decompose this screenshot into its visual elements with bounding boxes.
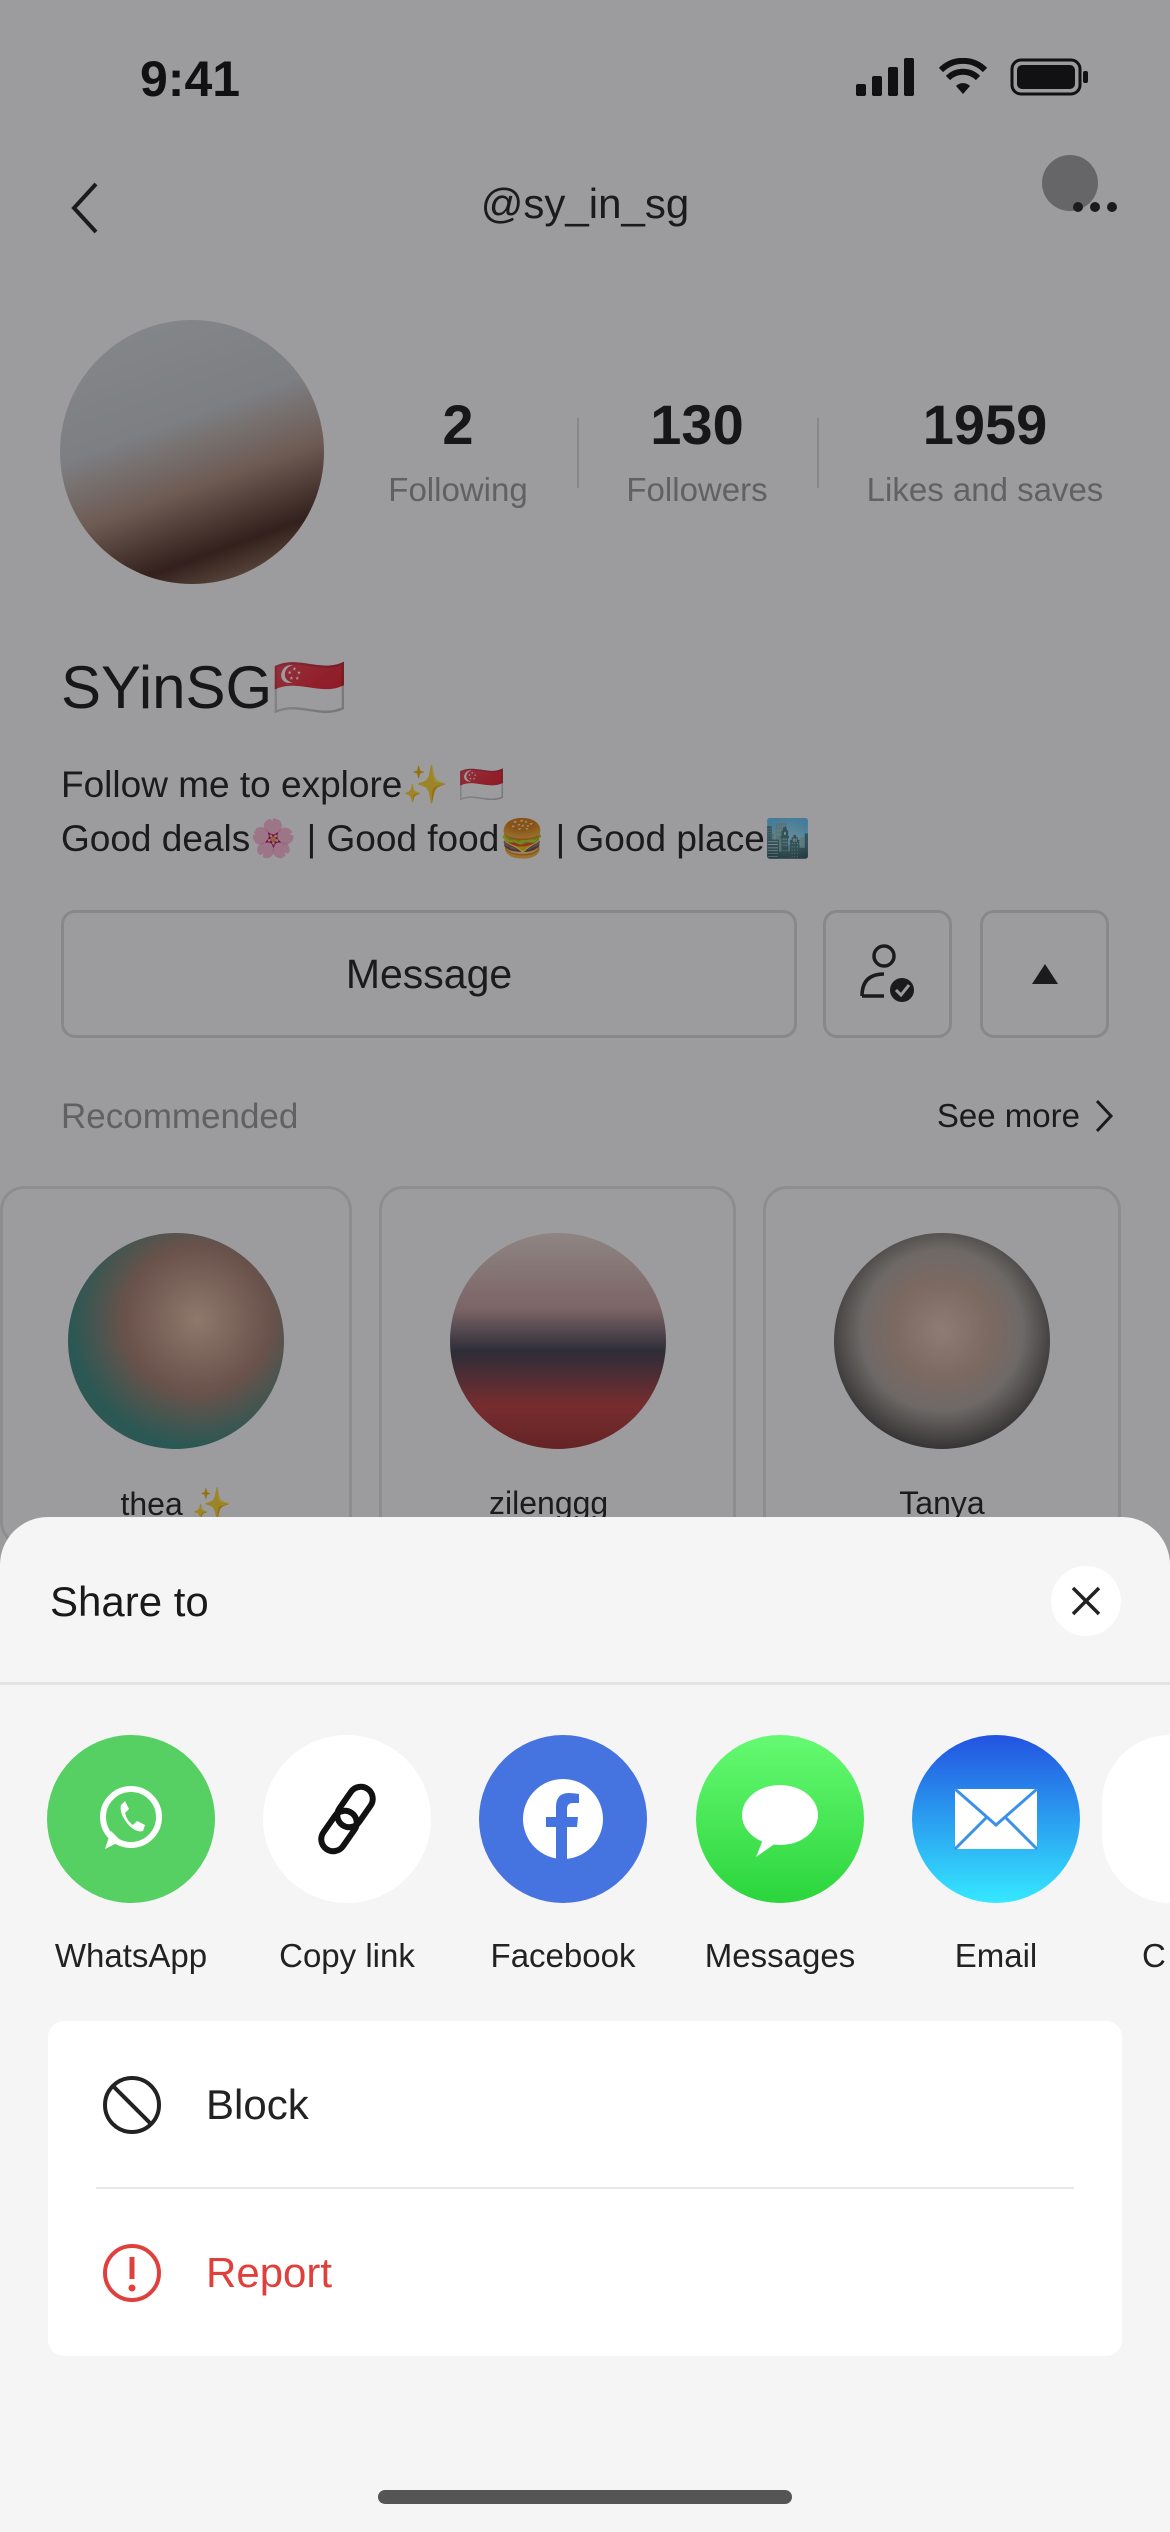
share-sheet-title: Share to: [50, 1578, 209, 1625]
link-icon: [263, 1735, 431, 1903]
share-whatsapp[interactable]: WhatsApp: [21, 1735, 241, 1975]
close-button[interactable]: [1051, 1566, 1121, 1636]
share-label: Email: [954, 1937, 1038, 1974]
messages-icon: [696, 1735, 864, 1903]
email-icon: [912, 1735, 1080, 1903]
block-label: Block: [206, 2080, 309, 2128]
share-messages[interactable]: Messages: [670, 1735, 890, 1975]
report-button[interactable]: Report: [48, 2189, 1122, 2356]
share-copy-link[interactable]: Copy link: [237, 1735, 457, 1975]
report-exclamation-icon: [103, 2243, 161, 2302]
close-icon: [1071, 1586, 1101, 1616]
share-more[interactable]: C: [1102, 1735, 1170, 1975]
share-label: WhatsApp: [54, 1937, 208, 1974]
block-button[interactable]: Block: [48, 2021, 1122, 2188]
share-email[interactable]: Email: [886, 1735, 1106, 1975]
home-indicator[interactable]: [378, 2490, 792, 2504]
actions-card: Block Report: [48, 2021, 1122, 2356]
divider: [0, 1682, 1170, 1685]
share-label: C: [1142, 1937, 1166, 1974]
whatsapp-icon: [47, 1735, 215, 1903]
facebook-icon: [479, 1735, 647, 1903]
block-icon: [103, 2075, 161, 2134]
share-label: Messages: [704, 1937, 856, 1974]
share-label: Facebook: [490, 1937, 636, 1974]
share-label: Copy link: [279, 1937, 415, 1974]
more-share-icon: [1102, 1735, 1170, 1903]
report-label: Report: [206, 2248, 333, 2296]
share-facebook[interactable]: Facebook: [453, 1735, 673, 1975]
